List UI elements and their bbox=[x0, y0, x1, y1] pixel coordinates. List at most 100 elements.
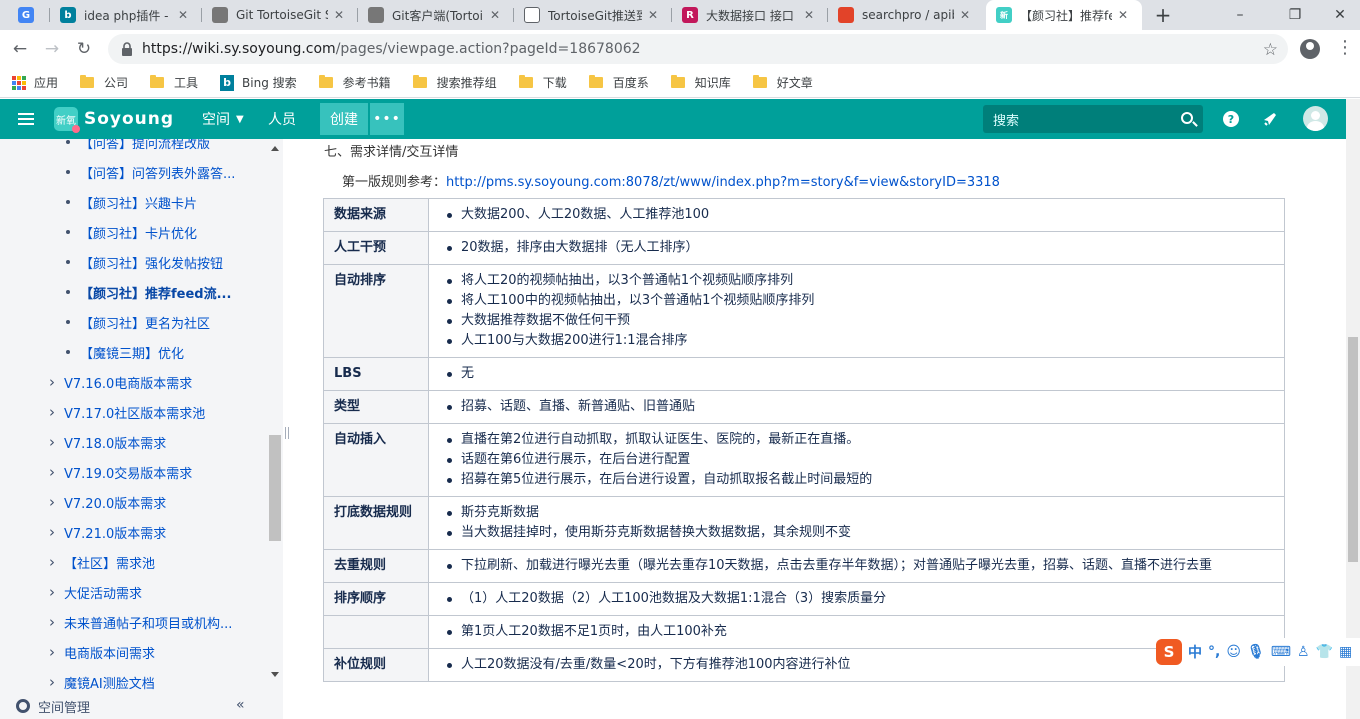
sidebar-tree-item[interactable]: 【颜习社】卡片优化 bbox=[0, 221, 268, 243]
github-favicon-icon bbox=[368, 7, 384, 23]
chevron-right-icon[interactable]: › bbox=[48, 463, 56, 481]
sidebar-tree-item[interactable]: › 电商版本间需求 bbox=[0, 641, 268, 663]
sidebar-tree-item[interactable]: › V7.21.0版本需求 bbox=[0, 521, 268, 543]
chevron-right-icon[interactable]: › bbox=[48, 643, 56, 661]
chevron-right-icon[interactable]: › bbox=[48, 673, 56, 691]
tab-close-icon[interactable]: ✕ bbox=[334, 8, 348, 22]
page-scrollbar[interactable] bbox=[1346, 99, 1360, 719]
chevron-right-icon[interactable]: › bbox=[48, 433, 56, 451]
notification-icon[interactable] bbox=[1261, 110, 1279, 128]
ime-toolbar: S 中 °, ☺ 🎙 ⌨ ♙ 👕 ▦ bbox=[1156, 638, 1360, 666]
ime-punct[interactable]: °, bbox=[1208, 644, 1220, 660]
sidebar-tree-item[interactable]: › V7.18.0版本需求 bbox=[0, 431, 268, 453]
browser-tab[interactable]: G ✕ bbox=[8, 0, 50, 30]
bookmark-apps[interactable]: 应用 bbox=[12, 74, 58, 91]
sidebar-item-label: 【问答】提问流程改版 bbox=[80, 139, 211, 152]
row-header: 打底数据规则 bbox=[323, 496, 429, 550]
reference-link[interactable]: http://pms.sy.soyoung.com:8078/zt/www/in… bbox=[446, 175, 1000, 190]
bookmark-folder[interactable]: 参考书籍 bbox=[318, 74, 391, 91]
browser-tab-active[interactable]: 新 【颜习社】推荐fe ✕ bbox=[986, 0, 1142, 30]
chevron-right-icon[interactable]: › bbox=[48, 373, 56, 391]
bookmark-folder[interactable]: 知识库 bbox=[670, 74, 731, 91]
tab-close-icon[interactable]: ✕ bbox=[1118, 8, 1132, 22]
bookmark-folder[interactable]: 好文章 bbox=[752, 74, 813, 91]
ime-mode[interactable]: 中 bbox=[1188, 642, 1202, 662]
microphone-icon[interactable]: 🎙 bbox=[1247, 644, 1265, 660]
tab-close-icon[interactable]: ✕ bbox=[178, 8, 192, 22]
toolbox-icon[interactable]: ▦ bbox=[1339, 644, 1352, 660]
tab-close-icon[interactable]: ✕ bbox=[648, 8, 662, 22]
chevron-right-icon[interactable]: › bbox=[48, 553, 56, 571]
sidebar-tree-item[interactable]: 【魔镜三期】优化 bbox=[0, 341, 268, 363]
tab-close-icon[interactable]: ✕ bbox=[960, 8, 974, 22]
skin-icon[interactable]: 👕 bbox=[1316, 644, 1333, 660]
chevron-right-icon[interactable]: › bbox=[48, 523, 56, 541]
browser-tab[interactable]: TortoiseGit推送到 ✕ bbox=[514, 0, 672, 30]
sidebar-tree-item[interactable]: › V7.20.0版本需求 bbox=[0, 491, 268, 513]
sidebar-tree-item[interactable]: 【问答】提问流程改版 bbox=[0, 139, 268, 153]
maximize-icon[interactable]: ❐ bbox=[1275, 0, 1315, 30]
chevron-right-icon[interactable]: › bbox=[48, 583, 56, 601]
scrollbar-thumb[interactable] bbox=[1348, 337, 1358, 562]
scroll-down-icon[interactable] bbox=[271, 672, 279, 677]
table-row: 打底数据规则 斯芬克斯数据 当大数据挂掉时，使用斯芬克斯数据替换大数据数据，其余规则… bbox=[323, 496, 1285, 550]
bookmark-folder[interactable]: 公司 bbox=[80, 74, 128, 91]
sidebar-tree-item[interactable]: › V7.17.0社区版本需求池 bbox=[0, 401, 268, 423]
browser-tab[interactable]: R 大数据接口 接口 ✕ bbox=[672, 0, 828, 30]
account-icon[interactable] bbox=[1300, 39, 1320, 59]
forward-arrow-icon[interactable]: → bbox=[42, 39, 62, 59]
sogou-logo-icon[interactable]: S bbox=[1156, 639, 1182, 665]
reload-icon[interactable]: ↻ bbox=[74, 39, 94, 59]
chevron-right-icon[interactable]: › bbox=[48, 613, 56, 631]
nav-people[interactable]: 人员 bbox=[268, 99, 296, 139]
sidebar-tree-item[interactable]: › 魔镜AI测脸文档 bbox=[0, 671, 268, 693]
back-arrow-icon[interactable]: ← bbox=[10, 39, 30, 59]
browser-tab[interactable]: Git TortoiseGit S ✕ bbox=[202, 0, 358, 30]
sidebar-tree-item[interactable]: 【颜习社】兴趣卡片 bbox=[0, 191, 268, 213]
minimize-icon[interactable]: – bbox=[1220, 0, 1260, 30]
scroll-up-icon[interactable] bbox=[271, 146, 279, 151]
tab-close-icon[interactable]: ✕ bbox=[804, 8, 818, 22]
bookmark-bing[interactable]: b Bing 搜索 bbox=[220, 74, 297, 91]
user-icon[interactable]: ♙ bbox=[1297, 644, 1310, 660]
browser-tab[interactable]: b idea php插件 - B ✕ bbox=[50, 0, 202, 30]
create-button[interactable]: 创建 bbox=[320, 103, 368, 135]
window-close-icon[interactable]: ✕ bbox=[1320, 0, 1360, 30]
keyboard-icon[interactable]: ⌨ bbox=[1271, 644, 1291, 660]
sidebar-tree-item[interactable]: 【颜习社】强化发帖按钮 bbox=[0, 251, 268, 273]
browser-menu-icon[interactable]: ⋮ bbox=[1336, 38, 1354, 58]
sidebar-tree-item[interactable]: 【颜习社】更名为社区 bbox=[0, 311, 268, 333]
sidebar-tree-item[interactable]: › 大促活动需求 bbox=[0, 581, 268, 603]
chevron-right-icon[interactable]: › bbox=[48, 493, 56, 511]
sidebar-tree-item[interactable]: › V7.16.0电商版本需求 bbox=[0, 371, 268, 393]
bookmark-star-icon[interactable]: ☆ bbox=[1263, 40, 1278, 60]
bookmark-folder[interactable]: 下载 bbox=[518, 74, 567, 91]
sidebar-scrollbar[interactable] bbox=[268, 139, 282, 679]
sidebar-tree-item[interactable]: › 未来普通帖子和项目或机构... bbox=[0, 611, 268, 633]
emoji-icon[interactable]: ☺ bbox=[1226, 644, 1241, 660]
bookmark-folder[interactable]: 搜索推荐组 bbox=[412, 74, 497, 91]
more-create-button[interactable]: ••• bbox=[370, 103, 404, 135]
tab-close-icon[interactable]: ✕ bbox=[490, 8, 504, 22]
scrollbar-thumb[interactable] bbox=[269, 435, 281, 541]
help-icon[interactable]: ? bbox=[1223, 111, 1239, 127]
bookmark-folder[interactable]: 百度系 bbox=[588, 74, 649, 91]
user-avatar[interactable] bbox=[1303, 106, 1328, 131]
sidebar-item-label: 【魔镜三期】优化 bbox=[80, 346, 185, 362]
browser-tab[interactable]: Git客户端(Tortoi ✕ bbox=[358, 0, 514, 30]
new-tab-button[interactable]: + bbox=[1152, 0, 1174, 30]
sidebar-tree-item[interactable]: 【问答】问答列表外露答... bbox=[0, 161, 268, 183]
search-input[interactable]: 搜索 bbox=[983, 105, 1203, 133]
browser-tab[interactable]: searchpro / apib ✕ bbox=[828, 0, 984, 30]
hamburger-menu-icon[interactable] bbox=[18, 110, 34, 128]
collapse-sidebar-icon[interactable]: « bbox=[236, 697, 245, 713]
sidebar-tree-item[interactable]: 【颜习社】推荐feed流... bbox=[0, 281, 268, 303]
app-logo[interactable]: 新氧 Soyoung bbox=[54, 107, 174, 133]
chevron-right-icon[interactable]: › bbox=[48, 403, 56, 421]
bookmark-folder[interactable]: 工具 bbox=[150, 74, 198, 91]
sidebar-resize-handle[interactable] bbox=[285, 427, 289, 439]
nav-spaces[interactable]: 空间 ▼ bbox=[202, 99, 244, 139]
sidebar-tree-item[interactable]: › V7.19.0交易版本需求 bbox=[0, 461, 268, 483]
sidebar-tree-item[interactable]: › 【社区】需求池 bbox=[0, 551, 268, 573]
address-bar[interactable]: https://wiki.sy.soyoung.com/pages/viewpa… bbox=[108, 34, 1288, 64]
